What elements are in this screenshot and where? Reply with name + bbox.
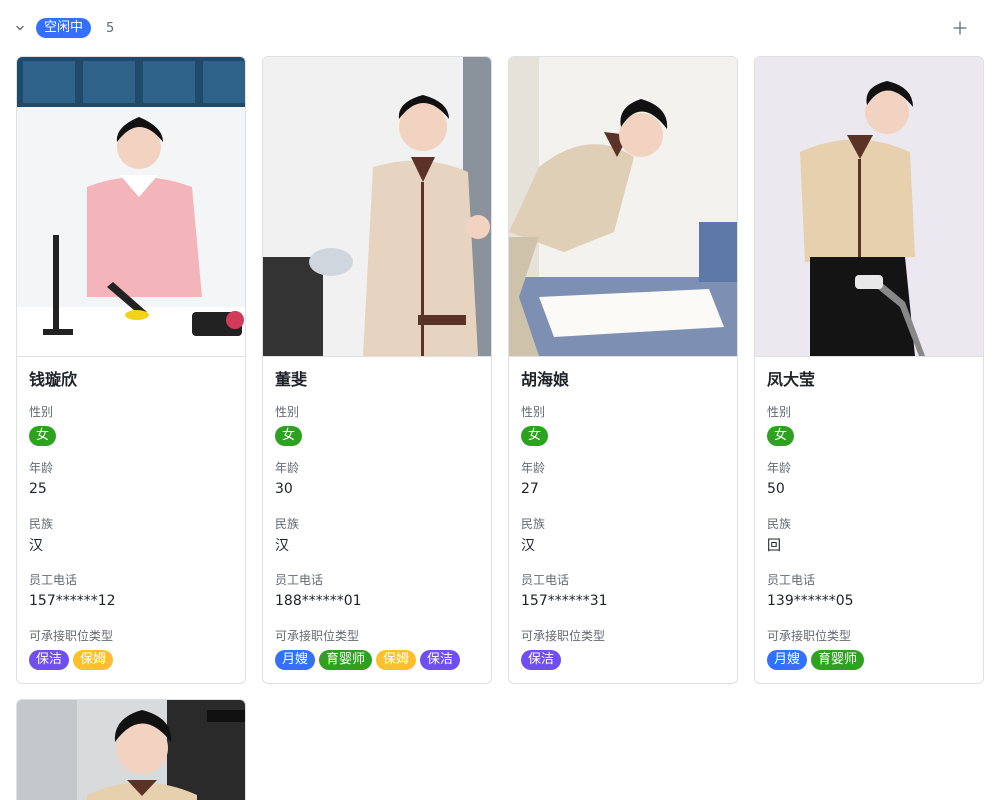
phone-label: 员工电话: [275, 573, 324, 587]
age-value: 50: [767, 481, 785, 497]
age-label: 年龄: [767, 461, 792, 475]
group-count: 5: [106, 21, 115, 36]
phone-label: 员工电话: [767, 573, 816, 587]
job-types-label: 可承接职位类型: [767, 629, 852, 643]
employee-photo: [755, 57, 983, 357]
job-type-tag: 保姆: [376, 650, 417, 670]
age-label: 年龄: [275, 461, 300, 475]
employee-card[interactable]: 凤大莹 性别 女 年龄 50 民族 回 员工电话 139******05 可承接…: [754, 56, 984, 684]
age-label: 年龄: [29, 461, 54, 475]
age-label: 年龄: [521, 461, 546, 475]
ethnicity-value: 汉: [521, 538, 535, 554]
employee-name: 胡海娘: [521, 370, 570, 389]
ethnicity-value: 回: [767, 538, 781, 554]
group-status-pill: 空闲中: [36, 18, 92, 38]
phone-value: 157******12: [29, 593, 116, 609]
job-types-label: 可承接职位类型: [29, 629, 114, 643]
employee-photo: [17, 57, 245, 357]
employee-card[interactable]: 胡海娘 性别 女 年龄 27 民族 汉 员工电话 157******31 可承接…: [508, 56, 738, 684]
gender-tag: 女: [275, 426, 303, 446]
job-type-tag: 保洁: [29, 650, 70, 670]
employee-name: 钱璇欣: [29, 370, 78, 389]
gender-tag: 女: [767, 426, 795, 446]
gender-label: 性别: [521, 405, 546, 419]
phone-label: 员工电话: [521, 573, 570, 587]
gender-label: 性别: [275, 405, 300, 419]
plus-icon: [953, 21, 967, 35]
job-type-tag: 育婴师: [319, 650, 373, 670]
gender-label: 性别: [767, 405, 792, 419]
employee-name: 凤大莹: [767, 370, 816, 389]
employee-card[interactable]: 董斐 性别 女 年龄 30 民族 汉 员工电话 188******01 可承接职…: [262, 56, 492, 684]
employee-photo: [17, 700, 245, 800]
ethnicity-label: 民族: [521, 517, 546, 531]
age-value: 27: [521, 481, 539, 497]
phone-label: 员工电话: [29, 573, 78, 587]
group-header: 空闲中 5: [0, 0, 1000, 56]
ethnicity-label: 民族: [275, 517, 300, 531]
job-type-tag: 育婴师: [811, 650, 865, 670]
phone-value: 188******01: [275, 593, 362, 609]
job-type-tag: 保姆: [73, 650, 114, 670]
employee-card[interactable]: 钱璇欣 性别 女 年龄 25 民族 汉 员工电话 157******12 可承接…: [16, 56, 246, 684]
gender-label: 性别: [29, 405, 54, 419]
job-types-label: 可承接职位类型: [275, 629, 360, 643]
gender-tag: 女: [521, 426, 549, 446]
ethnicity-label: 民族: [29, 517, 54, 531]
chevron-down-icon[interactable]: [12, 20, 28, 36]
ethnicity-label: 民族: [767, 517, 792, 531]
employee-card[interactable]: [16, 699, 246, 800]
gender-tag: 女: [29, 426, 57, 446]
ethnicity-value: 汉: [275, 538, 289, 554]
phone-value: 139******05: [767, 593, 854, 609]
age-value: 25: [29, 481, 47, 497]
employee-photo: [509, 57, 737, 357]
job-type-tag: 保洁: [521, 650, 562, 670]
add-record-button[interactable]: [948, 16, 972, 40]
age-value: 30: [275, 481, 293, 497]
job-type-tag: 月嫂: [767, 650, 808, 670]
job-type-tag: 保洁: [420, 650, 461, 670]
job-types-label: 可承接职位类型: [521, 629, 606, 643]
employee-photo: [263, 57, 491, 357]
employee-name: 董斐: [275, 370, 308, 389]
phone-value: 157******31: [521, 593, 608, 609]
ethnicity-value: 汉: [29, 538, 43, 554]
job-type-tag: 月嫂: [275, 650, 316, 670]
